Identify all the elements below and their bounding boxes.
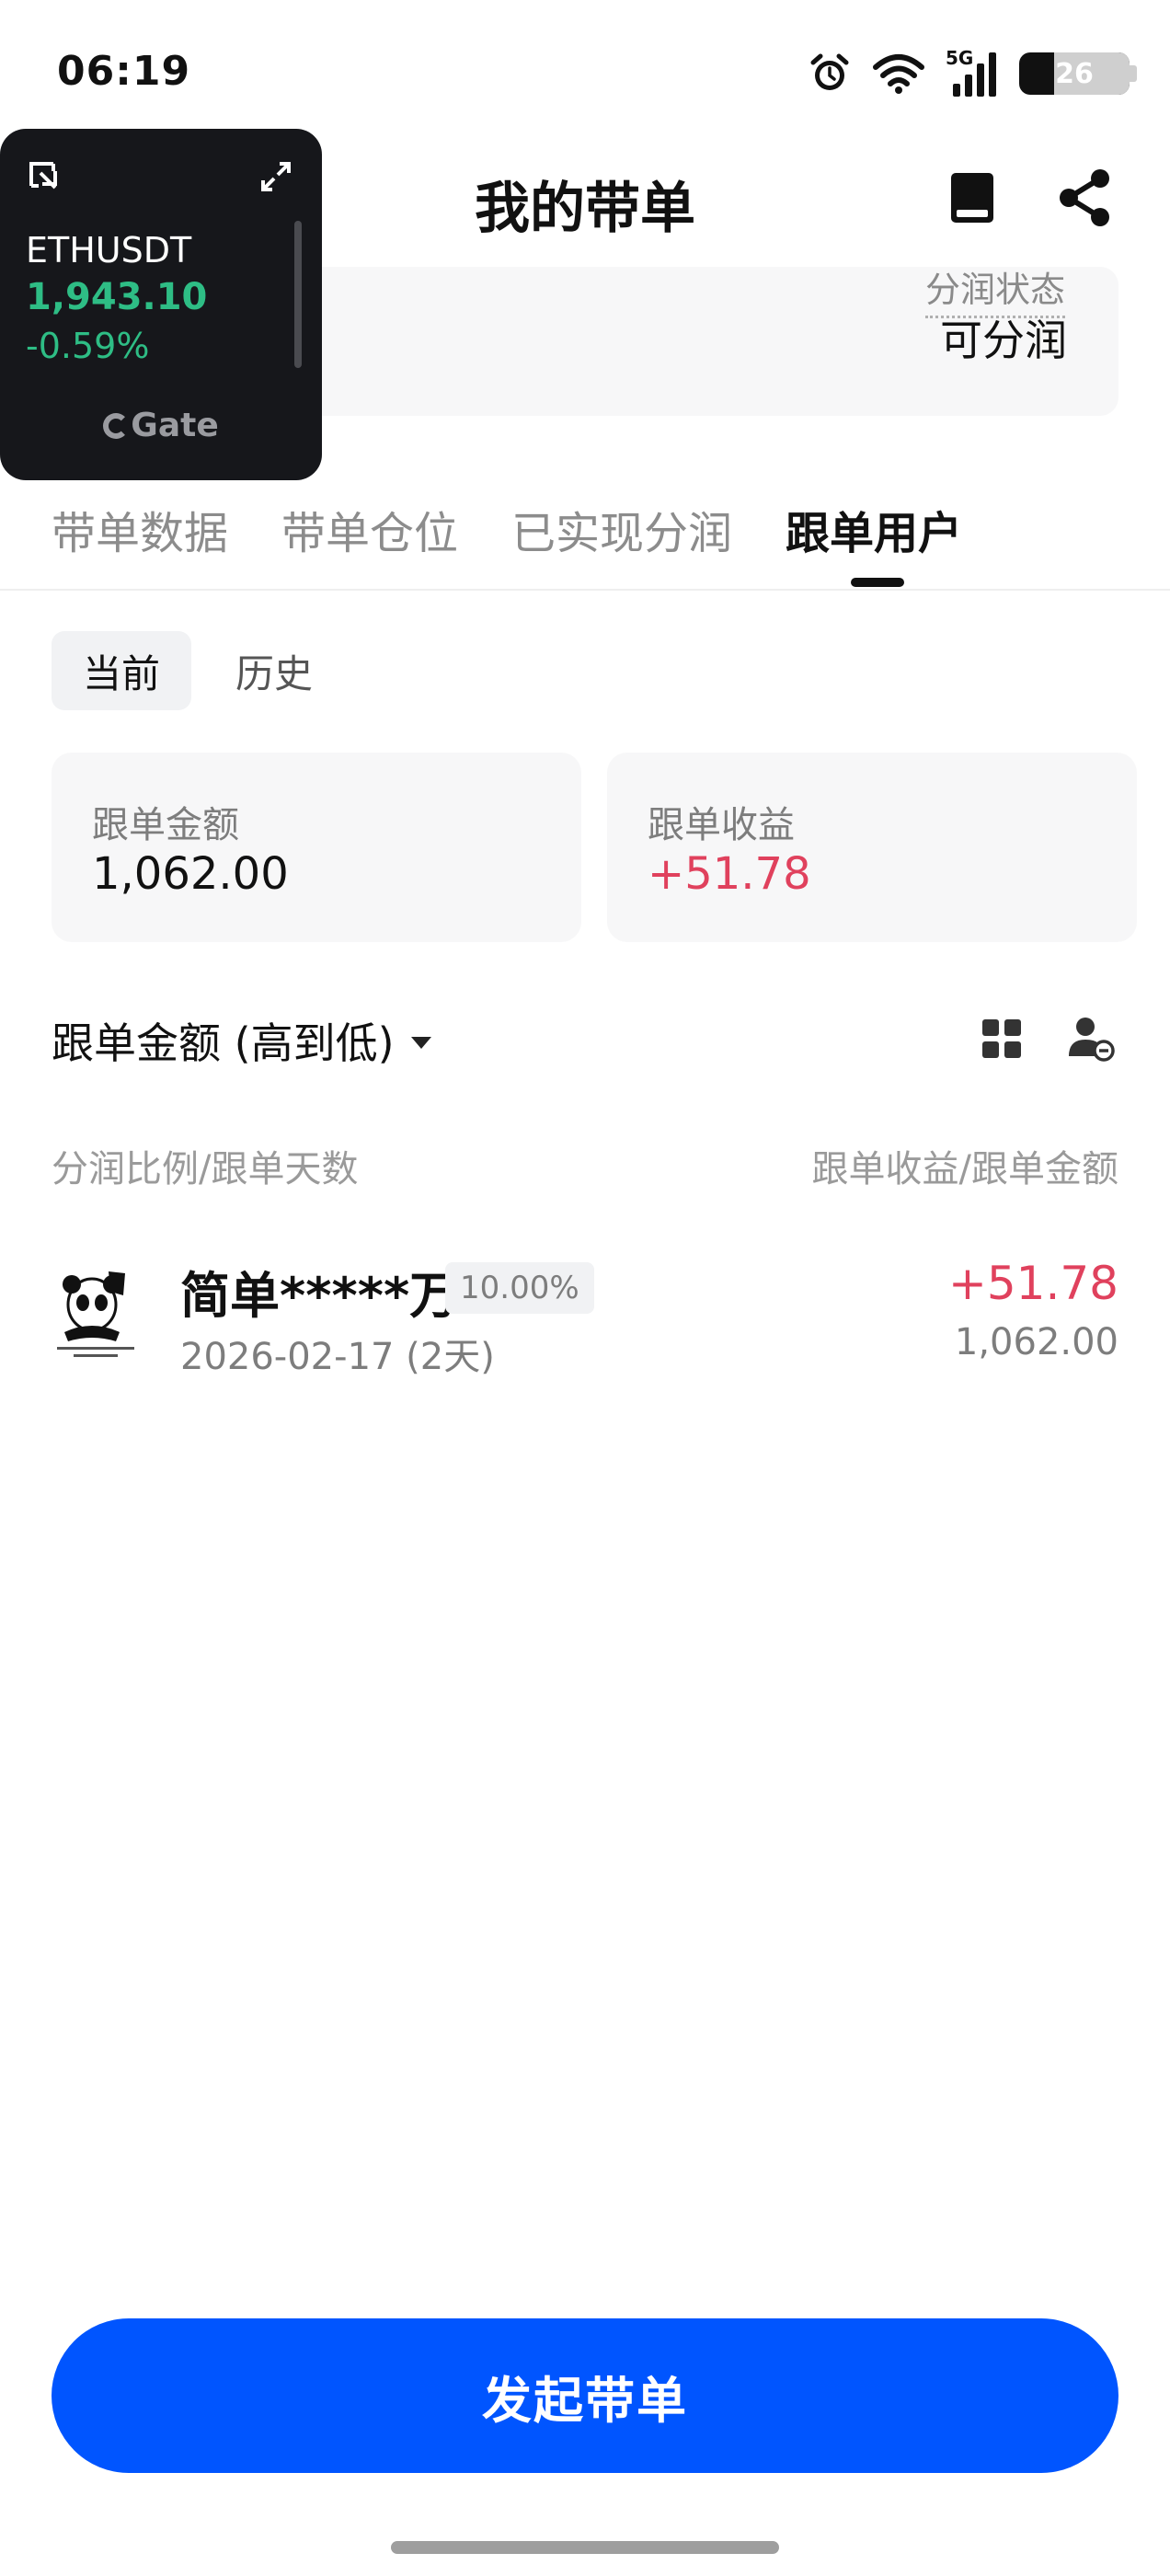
- status-icons: 5G 26: [808, 46, 1137, 101]
- wifi-icon: [873, 54, 924, 94]
- tab-copy-data[interactable]: 带单数据: [52, 497, 228, 561]
- tabs-divider: [0, 589, 1170, 591]
- copy-amount-value: 1,062.00: [92, 848, 289, 900]
- subtab-history[interactable]: 历史: [235, 631, 313, 710]
- caret-down-icon: [410, 1036, 431, 1049]
- subtab-current[interactable]: 当前: [52, 631, 191, 710]
- main-tabs: 带单数据 带单仓位 已实现分润 跟单用户: [52, 497, 962, 561]
- tab-copy-positions[interactable]: 带单仓位: [281, 497, 458, 561]
- gate-logo: Gate: [0, 407, 322, 444]
- battery-icon: 26: [1019, 52, 1130, 95]
- column-header-ratio-days: 分润比例/跟单天数: [52, 1148, 359, 1190]
- follower-name: 简单*****万: [180, 1267, 460, 1325]
- widget-scrollbar: [294, 221, 302, 368]
- copy-pnl-value: +51.78: [648, 848, 811, 900]
- ticker-price: 1,943.10: [26, 276, 208, 318]
- network-type: 5G: [946, 47, 974, 69]
- copy-amount-card: 跟单金额 1,062.00: [52, 753, 581, 942]
- book-icon[interactable]: [940, 166, 1004, 230]
- start-copy-trading-button[interactable]: 发起带单: [52, 2318, 1118, 2473]
- follower-profit: +51.78: [947, 1257, 1118, 1310]
- expand-icon[interactable]: [258, 158, 294, 195]
- ticker-change: -0.59%: [26, 326, 150, 366]
- profit-status-value: 可分润: [940, 316, 1067, 365]
- profit-ratio-badge: 10.00%: [445, 1262, 594, 1314]
- gate-logo-mark: [103, 413, 130, 439]
- sort-dropdown[interactable]: 跟单金额 (高到低): [52, 1010, 431, 1071]
- sort-label: 跟单金额 (高到低): [52, 1018, 395, 1068]
- floating-ticker-widget[interactable]: ETHUSDT 1,943.10 -0.59% Gate: [0, 129, 322, 480]
- ticker-symbol: ETHUSDT: [26, 230, 192, 270]
- copy-pnl-card: 跟单收益 +51.78: [607, 753, 1137, 942]
- tab-realized-profit[interactable]: 已实现分润: [511, 497, 732, 561]
- gate-logo-text: Gate: [131, 407, 219, 444]
- avatar: [52, 1268, 140, 1363]
- follower-date: 2026-02-17 (2天): [180, 1336, 495, 1378]
- column-header-pnl-amount: 跟单收益/跟单金额: [811, 1148, 1118, 1190]
- home-indicator[interactable]: [391, 2541, 779, 2554]
- share-icon[interactable]: [1052, 166, 1117, 230]
- battery-level: 26: [1055, 58, 1094, 90]
- remove-user-icon[interactable]: [1067, 1014, 1115, 1062]
- cellular-signal-icon: 5G: [946, 47, 999, 97]
- alarm-icon: [810, 53, 849, 90]
- tab-followers[interactable]: 跟单用户: [786, 497, 962, 561]
- follower-amount: 1,062.00: [954, 1321, 1118, 1363]
- active-tab-indicator: [851, 578, 904, 587]
- copy-amount-label: 跟单金额: [92, 804, 239, 846]
- battery-tip: [1130, 65, 1137, 82]
- grid-view-icon[interactable]: [981, 1018, 1023, 1060]
- minimize-icon[interactable]: [26, 158, 63, 195]
- status-time: 06:19: [57, 48, 191, 95]
- copy-pnl-label: 跟单收益: [648, 804, 795, 846]
